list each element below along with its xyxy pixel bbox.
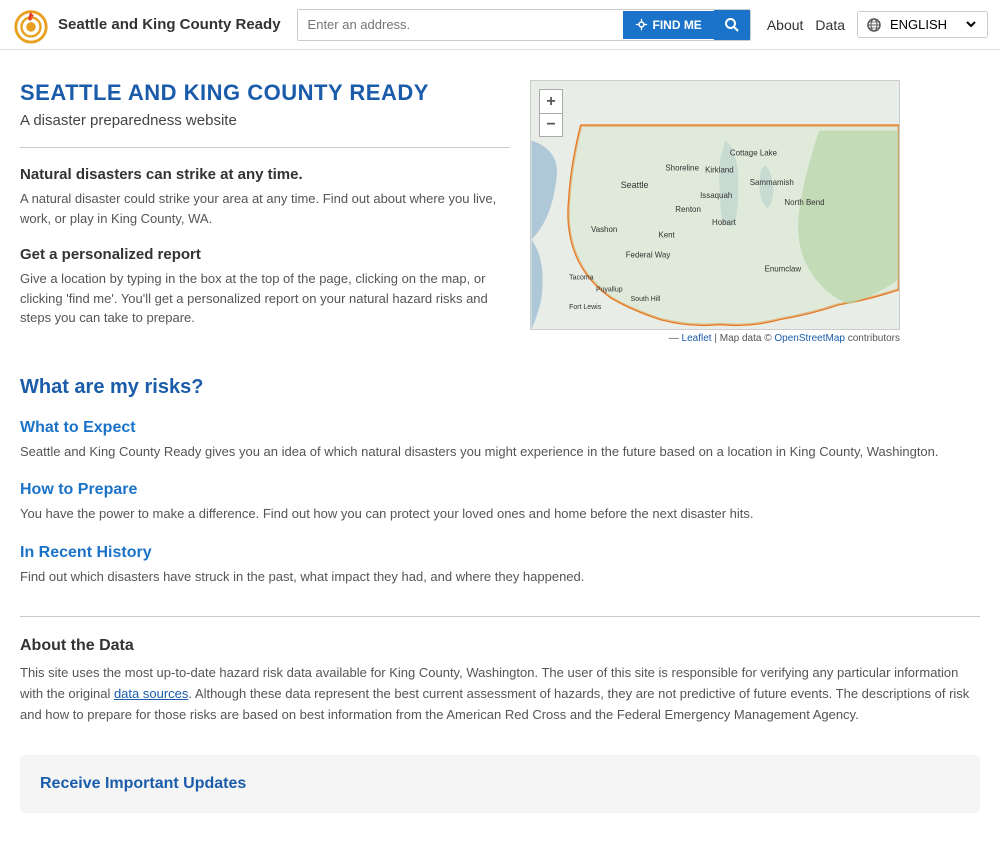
hero-section2-body: Give a location by typing in the box at …	[20, 269, 510, 328]
find-me-button[interactable]: FIND ME	[623, 11, 713, 39]
site-logo: Seattle and King County Ready	[12, 6, 281, 44]
svg-text:South Hill: South Hill	[631, 296, 661, 303]
what-to-expect-title[interactable]: What to Expect	[20, 419, 980, 437]
globe-icon	[866, 17, 882, 33]
recent-history-title[interactable]: In Recent History	[20, 544, 980, 562]
hero-title: SEATTLE AND KING COUNTY READY	[20, 80, 510, 106]
receive-updates-title: Receive Important Updates	[40, 775, 960, 793]
svg-text:Renton: Renton	[675, 205, 701, 214]
language-selector[interactable]: ENGLISH ESPAÑOL 中文 TIẾNG VIỆT 한국어 አማርኛ	[857, 11, 988, 38]
map-container[interactable]: + −	[530, 80, 900, 330]
svg-text:Puyallup: Puyallup	[596, 286, 623, 293]
svg-text:Fort Lewis: Fort Lewis	[569, 304, 602, 311]
risks-heading: What are my risks?	[20, 376, 980, 399]
about-data-section: About the Data This site uses the most u…	[20, 637, 980, 725]
about-link[interactable]: About	[767, 17, 804, 33]
zoom-out-button[interactable]: −	[539, 113, 563, 137]
header: Seattle and King County Ready FIND ME Ab…	[0, 0, 1000, 50]
search-input[interactable]	[298, 10, 624, 39]
map-attribution: — Leaflet Leaflet | Map data © OpenStree…	[530, 333, 900, 344]
svg-text:Issaquah: Issaquah	[700, 191, 732, 200]
main-nav: About Data ENGLISH ESPAÑOL 中文 TIẾNG VIỆT…	[767, 11, 988, 38]
risk-item-recent-history: In Recent History Find out which disaste…	[20, 544, 980, 587]
what-to-expect-body: Seattle and King County Ready gives you …	[20, 442, 980, 462]
data-link[interactable]: Data	[815, 17, 845, 33]
how-to-prepare-title[interactable]: How to Prepare	[20, 481, 980, 499]
map-zoom-controls: + −	[539, 89, 563, 137]
svg-text:Sammamish: Sammamish	[750, 178, 794, 187]
zoom-in-button[interactable]: +	[539, 89, 563, 113]
osm-attribution[interactable]: OpenStreetMap	[774, 333, 845, 344]
svg-text:Cottage Lake: Cottage Lake	[730, 148, 778, 157]
hero-section: SEATTLE AND KING COUNTY READY A disaster…	[20, 80, 980, 346]
svg-text:Vashon: Vashon	[591, 225, 617, 234]
svg-text:Enumclaw: Enumclaw	[765, 264, 802, 273]
data-sources-link[interactable]: data sources	[114, 686, 188, 701]
about-data-title: About the Data	[20, 637, 980, 655]
hero-subtitle: A disaster preparedness website	[20, 112, 510, 129]
map-svg: Seattle Shoreline Cottage Lake Kirkland …	[531, 81, 899, 329]
leaflet-link: — Leaflet Leaflet | Map data © OpenStree…	[669, 333, 900, 344]
leaflet-attribution[interactable]: Leaflet	[682, 333, 712, 344]
main-content: SEATTLE AND KING COUNTY READY A disaster…	[0, 50, 1000, 843]
svg-text:Kent: Kent	[658, 231, 675, 240]
svg-text:Seattle: Seattle	[621, 180, 649, 190]
hero-section1-title: Natural disasters can strike at any time…	[20, 166, 510, 183]
svg-text:Federal Way: Federal Way	[626, 251, 671, 260]
svg-text:Shoreline: Shoreline	[665, 163, 699, 172]
map-area: + −	[530, 80, 900, 346]
risk-item-what-to-expect: What to Expect Seattle and King County R…	[20, 419, 980, 462]
recent-history-body: Find out which disasters have struck in …	[20, 567, 980, 587]
risk-item-how-to-prepare: How to Prepare You have the power to mak…	[20, 481, 980, 524]
search-bar: FIND ME	[297, 9, 751, 41]
svg-text:Hobart: Hobart	[712, 218, 737, 227]
hero-section2-title: Get a personalized report	[20, 246, 510, 263]
search-button[interactable]	[714, 10, 750, 40]
section-divider	[20, 616, 980, 617]
receive-updates-section: Receive Important Updates	[20, 755, 980, 813]
site-title: Seattle and King County Ready	[58, 16, 281, 33]
magnifier-icon	[724, 17, 740, 33]
language-dropdown[interactable]: ENGLISH ESPAÑOL 中文 TIẾNG VIỆT 한국어 አማርኛ	[886, 16, 979, 33]
svg-text:North Bend: North Bend	[784, 198, 824, 207]
how-to-prepare-body: You have the power to make a difference.…	[20, 504, 980, 524]
hero-section1-body: A natural disaster could strike your are…	[20, 189, 510, 228]
risks-section: What are my risks? What to Expect Seattl…	[20, 376, 980, 587]
location-icon	[635, 18, 648, 31]
svg-text:Tacoma: Tacoma	[569, 274, 593, 281]
logo-icon	[12, 6, 50, 44]
about-data-body: This site uses the most up-to-date hazar…	[20, 663, 980, 725]
hero-divider	[20, 147, 510, 148]
hero-text: SEATTLE AND KING COUNTY READY A disaster…	[20, 80, 510, 346]
svg-text:Kirkland: Kirkland	[705, 165, 734, 174]
